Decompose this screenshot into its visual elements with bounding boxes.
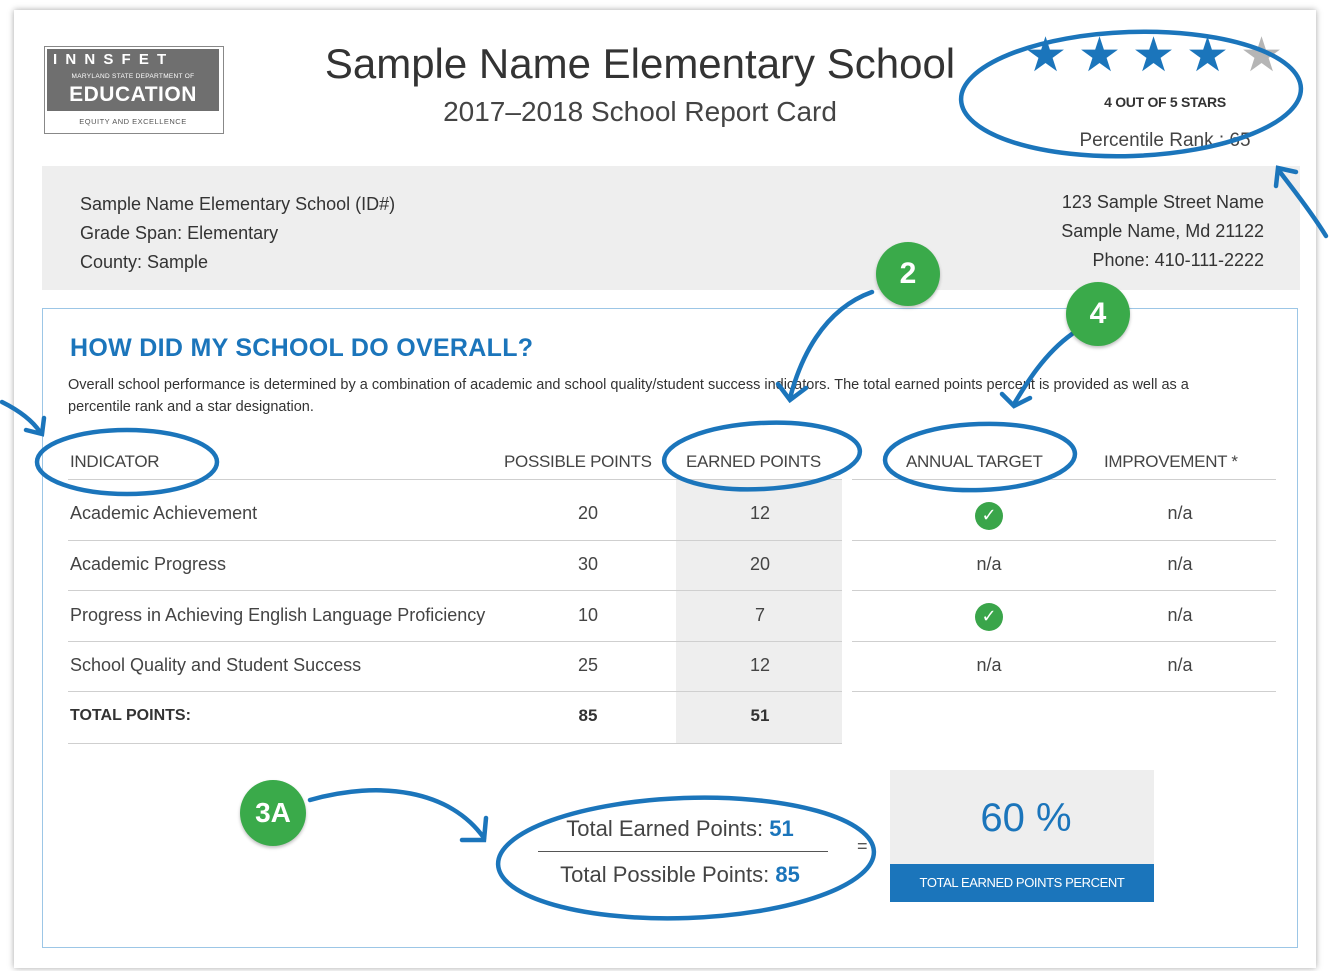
total-possible: 85 bbox=[578, 706, 598, 725]
phone: Phone: 410-111-2222 bbox=[1092, 250, 1264, 270]
section-description: Overall school performance is determined… bbox=[68, 377, 1189, 415]
table-divider bbox=[852, 540, 1276, 541]
callout-badge-4: 4 bbox=[1066, 282, 1130, 346]
total-possible-summary-value: 85 bbox=[775, 862, 800, 887]
row-possible: 30 bbox=[577, 554, 599, 574]
row-earned: 7 bbox=[754, 605, 765, 625]
row-improvement: n/a bbox=[1167, 655, 1193, 675]
total-earned-summary-value: 51 bbox=[769, 816, 794, 841]
table-divider bbox=[852, 590, 1276, 591]
row-target: n/a bbox=[976, 554, 1002, 574]
table-divider bbox=[68, 691, 842, 692]
table-divider bbox=[68, 479, 842, 480]
th-indicator: INDICATOR bbox=[70, 452, 160, 471]
star-icon: ★ bbox=[1240, 29, 1284, 82]
table-divider bbox=[852, 479, 1276, 480]
total-earned-summary-label: Total Earned Points: bbox=[566, 816, 770, 841]
logo-stripe: I N N S F E T bbox=[53, 51, 169, 68]
logo-motto: EQUITY AND EXCELLENCE bbox=[79, 117, 187, 126]
total-earned-summary: Total Earned Points: 51 bbox=[520, 816, 840, 842]
total-possible-summary: Total Possible Points: 85 bbox=[520, 862, 840, 888]
table-divider bbox=[852, 691, 1276, 692]
page-subtitle: 2017–2018 School Report Card bbox=[443, 96, 837, 127]
row-indicator: Academic Progress bbox=[70, 554, 227, 574]
street-address: 123 Sample Street Name bbox=[1061, 192, 1264, 212]
th-possible: POSSIBLE POINTS bbox=[504, 452, 652, 471]
percent-label: TOTAL EARNED POINTS PERCENT bbox=[890, 864, 1154, 902]
row-improvement: n/a bbox=[1167, 554, 1193, 574]
county: County: Sample bbox=[80, 252, 209, 272]
row-earned: 20 bbox=[749, 554, 771, 574]
table-divider bbox=[852, 641, 1276, 642]
equals-sign: = bbox=[857, 836, 868, 856]
row-indicator: Progress in Achieving English Language P… bbox=[70, 605, 486, 625]
check-icon: ✓ bbox=[975, 502, 1003, 530]
row-earned: 12 bbox=[749, 655, 771, 675]
logo-dept: MARYLAND STATE DEPARTMENT OF bbox=[71, 73, 195, 80]
school-info-right: 123 Sample Street Name Sample Name, Md 2… bbox=[960, 188, 1264, 275]
star-icon: ★ bbox=[1186, 29, 1230, 82]
row-indicator: Academic Achievement bbox=[70, 503, 258, 523]
total-label: TOTAL POINTS: bbox=[70, 707, 191, 724]
fraction-line bbox=[538, 851, 828, 852]
table-divider bbox=[68, 540, 842, 541]
th-improvement: IMPROVEMENT * bbox=[1104, 452, 1238, 471]
city-address: Sample Name, Md 21122 bbox=[1061, 221, 1264, 241]
page-title: Sample Name Elementary School bbox=[324, 40, 956, 87]
row-target: n/a bbox=[976, 655, 1002, 675]
grade-span: Grade Span: Elementary bbox=[80, 223, 279, 243]
school-name: Sample Name Elementary School (ID#) bbox=[80, 194, 396, 214]
section-heading: HOW DID MY SCHOOL DO OVERALL? bbox=[70, 334, 534, 362]
star-icon: ★ bbox=[1132, 29, 1176, 82]
th-target: ANNUAL TARGET bbox=[906, 452, 1043, 471]
row-improvement: n/a bbox=[1167, 605, 1193, 625]
percent-value: 60 % bbox=[980, 796, 1072, 840]
row-possible: 20 bbox=[577, 503, 599, 523]
table-divider bbox=[68, 641, 842, 642]
star-icon: ★ bbox=[1024, 29, 1068, 82]
th-earned: EARNED POINTS bbox=[686, 452, 821, 471]
star-icon: ★ bbox=[1078, 29, 1122, 82]
msde-logo: I N N S F E T MARYLAND STATE DEPARTMENT … bbox=[44, 46, 224, 134]
stars-text: 4 OUT OF 5 STARS bbox=[1104, 94, 1226, 110]
callout-badge-3a: 3A bbox=[240, 780, 306, 846]
percentile-rank: Percentile Rank : 65 bbox=[1079, 130, 1251, 151]
total-earned: 51 bbox=[750, 706, 770, 725]
row-possible: 25 bbox=[577, 655, 599, 675]
star-rating: ★ ★ ★ ★ ★ bbox=[1018, 29, 1288, 82]
row-earned: 12 bbox=[749, 503, 771, 523]
check-icon: ✓ bbox=[975, 603, 1003, 631]
row-possible: 10 bbox=[577, 605, 599, 625]
row-indicator: School Quality and Student Success bbox=[70, 655, 362, 675]
table-divider bbox=[68, 590, 842, 591]
school-info-left: Sample Name Elementary School (ID#) Grad… bbox=[80, 190, 395, 277]
table-divider bbox=[68, 743, 842, 744]
row-improvement: n/a bbox=[1167, 503, 1193, 523]
logo-name: EDUCATION bbox=[69, 83, 197, 106]
callout-badge-2: 2 bbox=[876, 242, 940, 306]
total-possible-summary-label: Total Possible Points: bbox=[560, 862, 776, 887]
